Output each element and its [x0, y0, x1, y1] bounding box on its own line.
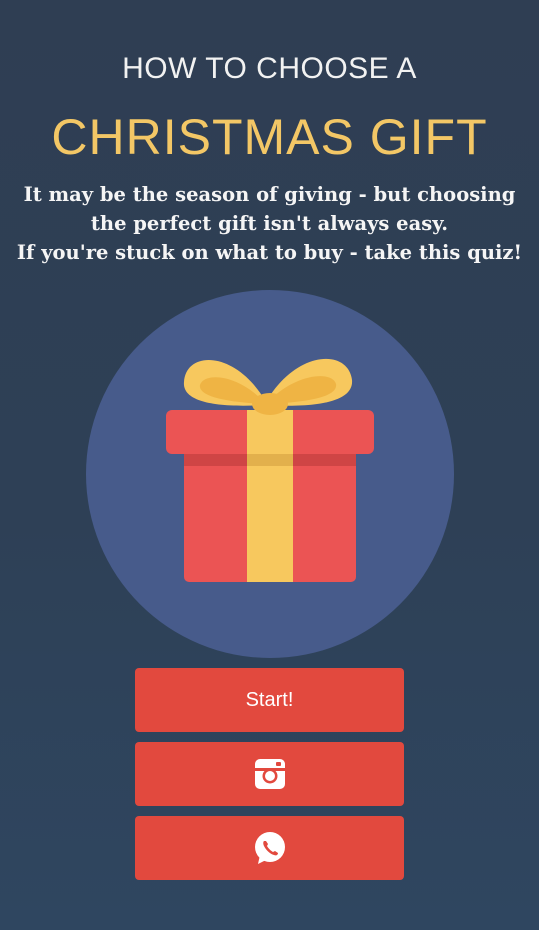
whatsapp-share-button[interactable]: [135, 816, 404, 880]
start-button-label: Start!: [245, 688, 294, 711]
start-button[interactable]: Start!: [135, 668, 404, 732]
quiz-intro-screen: HOW TO CHOOSE A CHRISTMAS GIFT It may be…: [0, 0, 539, 930]
page-title: CHRISTMAS GIFT: [51, 109, 488, 165]
intro-text: It may be the season of giving - but cho…: [0, 180, 539, 267]
instagram-share-button[interactable]: [135, 742, 404, 806]
page-subtitle: HOW TO CHOOSE A: [122, 52, 417, 85]
instagram-icon: [254, 759, 285, 789]
intro-line-3: If you're stuck on what to buy - take th…: [16, 241, 523, 264]
intro-line-1: It may be the season of giving - but cho…: [23, 183, 516, 206]
gift-icon: [166, 358, 374, 582]
intro-line-2: the perfect gift isn't always easy.: [90, 212, 449, 235]
whatsapp-icon: [254, 832, 285, 864]
